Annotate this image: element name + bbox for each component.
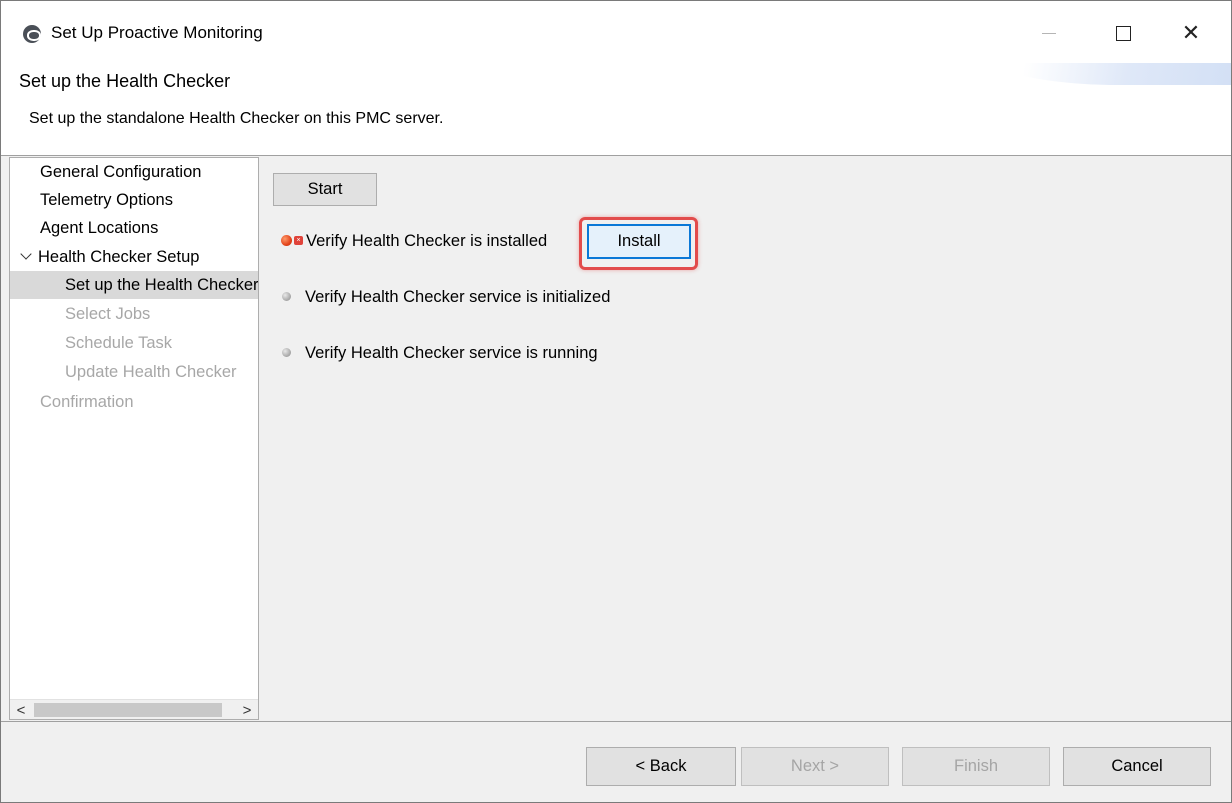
window-title: Set Up Proactive Monitoring xyxy=(51,23,263,42)
nav-item-select-jobs: Select Jobs xyxy=(65,300,150,328)
chevron-down-icon[interactable] xyxy=(20,248,32,260)
nav-item-label: General Configuration xyxy=(40,163,202,181)
page-title: Set up the Health Checker xyxy=(19,71,231,91)
step-verify-installed: × Verify Health Checker is installed xyxy=(281,229,547,253)
maximize-button[interactable] xyxy=(1103,15,1143,51)
close-button[interactable]: ✕ xyxy=(1171,15,1211,51)
close-icon: ✕ xyxy=(1181,20,1201,45)
nav-item-general-configuration[interactable]: General Configuration xyxy=(40,158,201,186)
maximize-icon xyxy=(1115,25,1131,41)
nav-item-label: Confirmation xyxy=(40,393,134,411)
minimize-button[interactable] xyxy=(1029,15,1069,51)
wizard-header: Set up the Health Checker Set up the sta… xyxy=(1,63,1231,156)
step-label: Verify Health Checker service is running xyxy=(305,344,598,362)
nav-item-confirmation: Confirmation xyxy=(40,388,134,416)
footer-divider xyxy=(1,721,1231,722)
step-label: Verify Health Checker is installed xyxy=(306,232,548,250)
title-bar: Set Up Proactive Monitoring ✕ xyxy=(1,1,1231,63)
install-button[interactable]: Install xyxy=(587,224,691,259)
nav-item-label: Agent Locations xyxy=(40,219,159,237)
wizard-nav-tree: General Configuration Telemetry Options … xyxy=(9,157,259,720)
nav-item-label: Schedule Task xyxy=(65,334,173,352)
nav-item-update-health-checker: Update Health Checker xyxy=(65,358,237,386)
nav-item-label: Set up the Health Checker xyxy=(65,276,259,294)
finish-button[interactable]: Finish xyxy=(902,747,1050,786)
nav-item-set-up-health-checker[interactable]: Set up the Health Checker xyxy=(10,271,258,299)
start-button[interactable]: Start xyxy=(273,173,377,206)
nav-item-telemetry-options[interactable]: Telemetry Options xyxy=(40,186,173,214)
next-button[interactable]: Next > xyxy=(741,747,889,786)
wizard-content: Start × Verify Health Checker is installe… xyxy=(261,157,1231,722)
nav-item-label: Select Jobs xyxy=(65,305,151,323)
step-verify-initialized: Verify Health Checker service is initial… xyxy=(281,285,610,309)
error-badge-icon: × xyxy=(294,236,303,246)
nav-item-schedule-task: Schedule Task xyxy=(65,329,172,357)
step-verify-running: Verify Health Checker service is running xyxy=(281,341,598,365)
cancel-button[interactable]: Cancel xyxy=(1063,747,1211,786)
page-description: Set up the standalone Health Checker on … xyxy=(29,110,444,127)
status-pending-icon xyxy=(282,292,291,302)
status-error-icon xyxy=(281,235,292,247)
horizontal-scrollbar[interactable]: < > xyxy=(10,699,258,719)
minimize-icon xyxy=(1042,32,1056,34)
scroll-left-icon[interactable]: < xyxy=(10,700,32,719)
header-banner-graphic xyxy=(1001,63,1231,85)
step-label: Verify Health Checker service is initial… xyxy=(305,288,611,306)
scroll-right-icon[interactable]: > xyxy=(236,700,258,719)
dialog-window: Set Up Proactive Monitoring ✕ Set up the… xyxy=(0,0,1232,803)
nav-item-label: Update Health Checker xyxy=(65,363,237,381)
back-button[interactable]: < Back xyxy=(586,747,736,786)
app-logo-icon xyxy=(23,25,41,43)
nav-item-agent-locations[interactable]: Agent Locations xyxy=(40,214,158,242)
scrollbar-thumb[interactable] xyxy=(34,703,222,717)
nav-item-label: Telemetry Options xyxy=(40,191,173,209)
nav-item-label: Health Checker Setup xyxy=(38,248,200,266)
nav-item-health-checker-setup[interactable]: Health Checker Setup xyxy=(20,243,200,271)
status-pending-icon xyxy=(282,348,291,358)
